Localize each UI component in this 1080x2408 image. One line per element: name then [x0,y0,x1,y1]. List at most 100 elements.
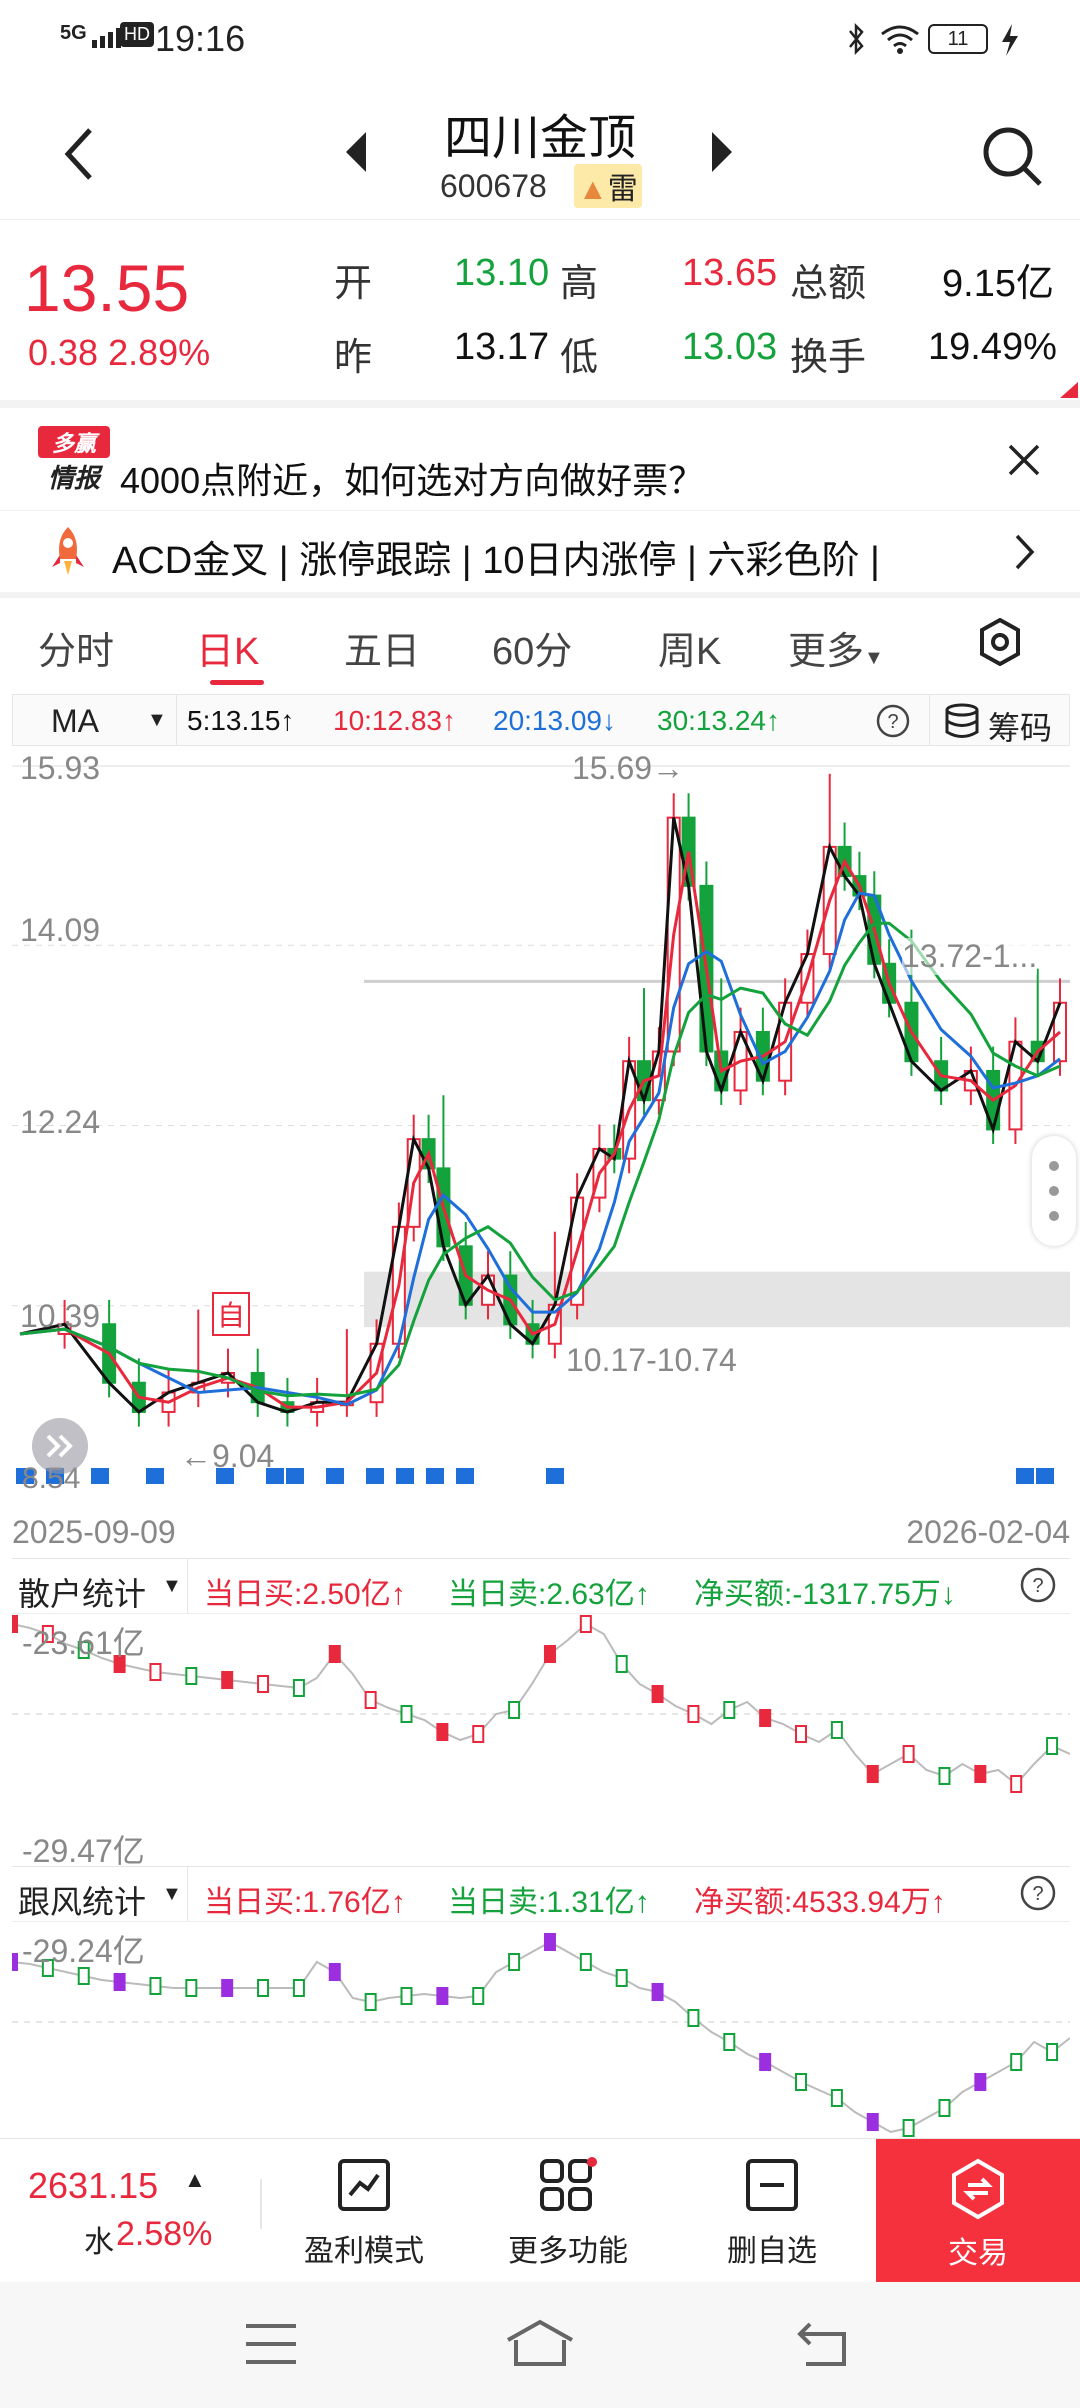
more-functions-button[interactable]: 更多功能 [488,2157,648,2270]
chip-label: 筹码 [988,710,1053,746]
indicator-box [328,1645,341,1663]
system-nav-bar [0,2282,1080,2408]
index-value: 2631.15 [28,2165,159,2206]
charging-icon [1000,24,1020,61]
follow-title: 跟风统计 [18,1884,147,1920]
tab-weekly-k[interactable]: 周K [658,620,721,675]
index-widget[interactable]: 2631.15 ▲ 水 2.58% [0,2139,250,2283]
range-annotation: 10.17-10.74 [566,1342,737,1378]
indicator-box [902,1745,915,1763]
indicator-box [508,1701,521,1719]
tab-60min[interactable]: 60分 [492,620,572,675]
notice-marker [546,1468,564,1484]
ma-selector[interactable]: MA ▼ [13,695,177,745]
caret-down-icon: ▼ [147,709,167,731]
chip-button[interactable]: 筹码 [929,695,1071,746]
self-select-marker[interactable]: 自 [212,1292,251,1336]
risk-tag[interactable]: ▲雷 [574,164,642,208]
turnover-label: 换手 [790,337,867,379]
next-stock-icon[interactable] [710,130,734,179]
indicator-box [185,1979,198,1997]
back-nav-icon[interactable] [796,2320,850,2373]
settings-icon[interactable] [978,617,1022,671]
hd-badge: HD [120,22,154,47]
triangle-up-icon: ▲ [184,2167,206,2192]
high-label: 高 [560,263,599,305]
svg-text:?: ? [1032,1575,1043,1597]
indicator-box [615,1655,628,1673]
stock-code: 600678 [440,168,547,204]
svg-text:?: ? [887,711,898,733]
indicator-box [221,1671,234,1689]
marquee-text[interactable]: ACD金叉 | 涨停跟踪 | 10日内涨停 | 六彩色阶 | [112,529,972,584]
search-icon[interactable] [980,124,1044,193]
indicator-box [830,2089,843,2107]
date-axis: 2025-09-09 2026-02-04 [12,1506,1070,1556]
notice-marker [366,1468,384,1484]
y-label-4: 10.39 [20,1298,101,1334]
ma30-value: 30:13.24↑ [657,705,780,736]
chart-menu-handle[interactable] [1032,1136,1076,1246]
indicator-box [687,1705,700,1723]
indicator-box [723,1701,736,1719]
indicator-box [185,1667,198,1685]
minus-box-icon [746,2159,798,2211]
more-functions-label: 更多功能 [508,2235,628,2268]
y-label-3: 12.24 [20,1104,101,1140]
indicator-box [759,2053,772,2071]
indicator-box [221,1979,234,1997]
quote-panel: 13.55 0.38 2.89% 开 13.10 高 13.65 总额 9.15… [0,220,1080,400]
indicator-box [292,1679,305,1697]
ma5-value: 5:13.15↑ [187,705,295,736]
remove-watchlist-button[interactable]: 删自选 [692,2157,852,2270]
retail-selector[interactable]: 散户统计 ▼ [12,1559,188,1613]
profit-mode-label: 盈利模式 [304,2235,424,2268]
logo-top: 多赢 [38,426,110,458]
indicator-box [113,1973,126,1991]
indicator-box [292,1979,305,1997]
help-icon[interactable]: ? [875,703,911,744]
indicator-box [543,1933,556,1951]
status-bar: 5G HD 19:16 11 [0,0,1080,80]
expand-button[interactable] [32,1418,88,1474]
price-change: 0.38 2.89% [28,332,211,373]
kline-chart[interactable]: 8.54 15.93 14.09 12.24 10.39 15.69→ 10.1… [12,746,1076,1506]
tab-more[interactable]: 更多▼ [788,620,884,675]
news-banner[interactable]: 多赢 情报 4000点附近，如何选对方向做好票？ [0,408,1080,504]
current-price: 13.55 [24,251,190,325]
profit-mode-button[interactable]: 盈利模式 [284,2157,444,2270]
help-icon[interactable]: ? [1018,1565,1058,1610]
retail-top-label: -23.61亿 [22,1625,145,1661]
tab-intraday[interactable]: 分时 [38,620,114,675]
tab-daily-k[interactable]: 日K [196,620,259,675]
high-value: 13.65 [682,252,778,294]
title-bar: 四川金顶 600678 ▲雷 [0,80,1080,220]
notice-marker [91,1468,109,1484]
remove-watchlist-label: 删自选 [727,2235,817,2268]
caret-down-icon: ▼ [162,1883,182,1905]
close-icon[interactable] [1006,442,1042,483]
indicator-box [436,1723,449,1741]
home-icon[interactable] [504,2318,576,2373]
banner-text[interactable]: 4000点附近，如何选对方向做好票？ [120,452,704,504]
menu-icon[interactable] [244,2322,298,2371]
follow-sell: 当日卖:1.31亿↑ [448,1886,650,1919]
chevron-right-icon[interactable] [1014,533,1036,576]
follow-stats-pane: 跟风统计 ▼ 当日买:1.76亿↑ 当日卖:1.31亿↑ 净买额:4533.94… [12,1866,1070,2138]
notice-marker [326,1468,344,1484]
open-label: 开 [334,263,373,305]
amount-value: 9.15亿 [942,263,1054,305]
indicator-box [795,1725,808,1743]
date-start: 2025-09-09 [12,1514,176,1550]
indicator-line [12,1940,1070,2134]
ma-indicator-row: MA ▼ 5:13.15↑ 10:12.83↑ 20:13.09↓ 30:13.… [12,694,1070,746]
help-icon[interactable]: ? [1018,1873,1058,1918]
index-change: 2.58% [116,2215,213,2253]
trade-button[interactable]: 交易 [876,2139,1080,2283]
follow-selector[interactable]: 跟风统计 ▼ [12,1867,188,1921]
indicator-box [866,2113,879,2131]
strategy-marquee[interactable]: ACD金叉 | 涨停跟踪 | 10日内涨停 | 六彩色阶 | [0,510,1080,592]
notice-marker [286,1468,304,1484]
tab-five-day[interactable]: 五日 [344,620,420,675]
logo-bottom: 情报 [47,463,100,493]
